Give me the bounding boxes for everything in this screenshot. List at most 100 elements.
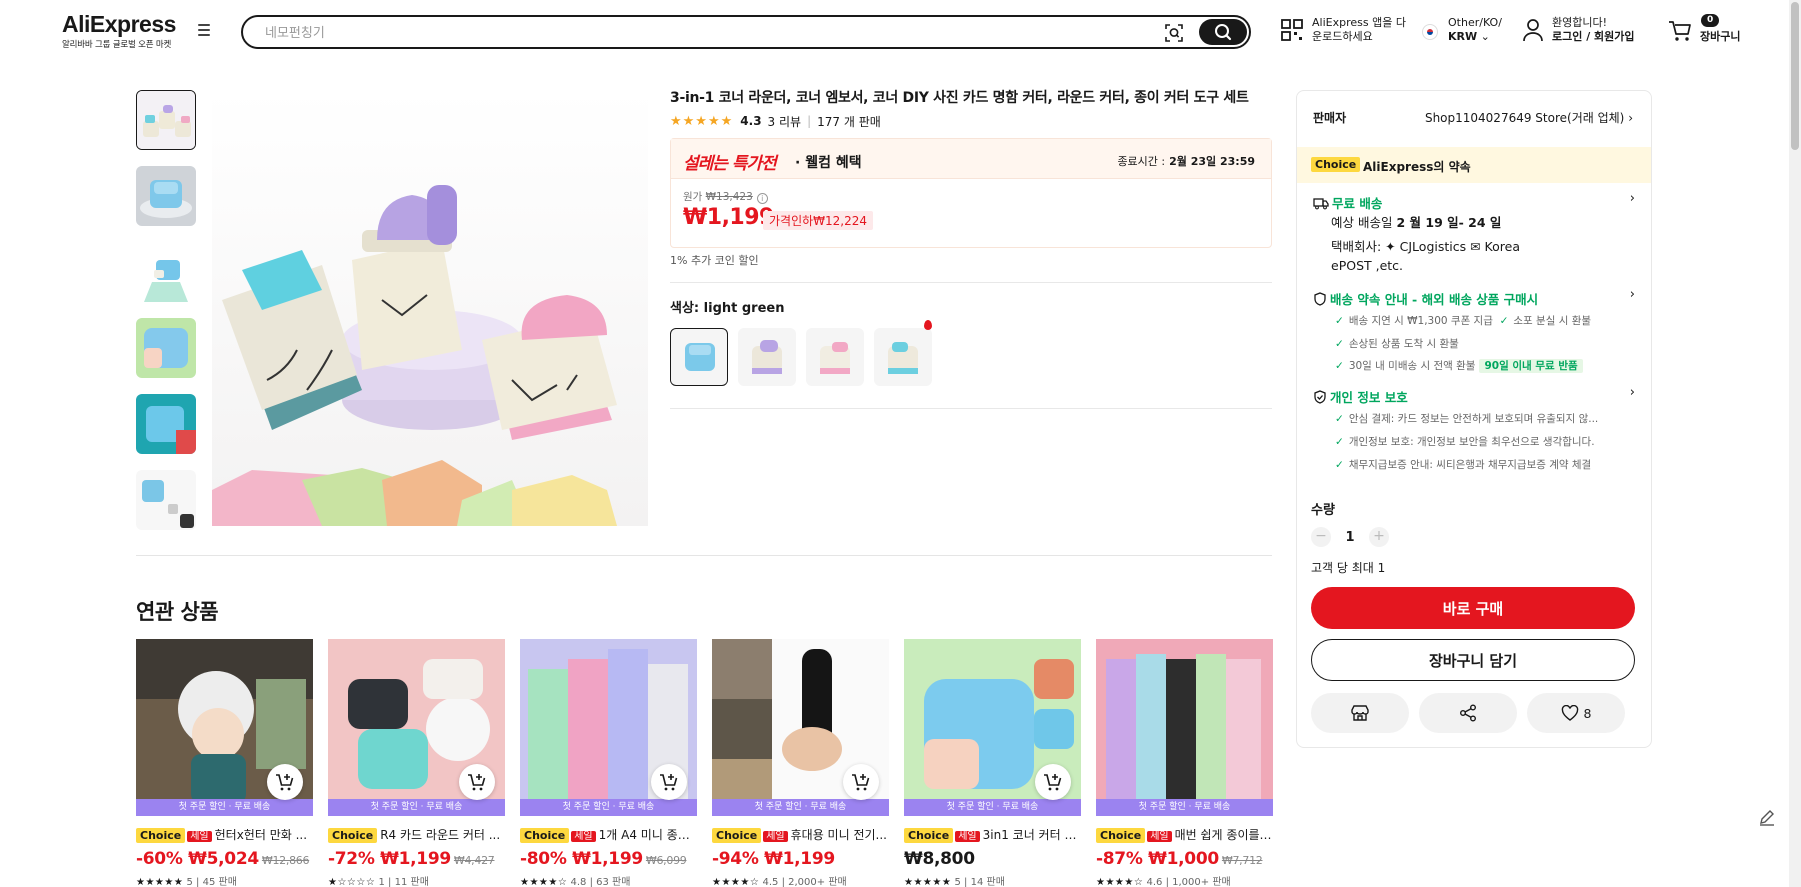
product-name-text: 휴대용 미니 전기... — [790, 828, 887, 842]
discount-text: -94% — [712, 849, 759, 869]
promo-strip: 첫 주문 할인 · 무료 배송 — [1096, 799, 1273, 816]
account-menu[interactable]: 환영합니다! 로그인 / 회원가입 — [1522, 16, 1635, 44]
original-price-value: ₩13,423 — [705, 191, 753, 203]
swatch-purple[interactable] — [738, 328, 796, 386]
original-price-text: ₩12,866 — [261, 854, 310, 867]
aliexpress-logo[interactable]: AliExpress 알리바바 그룹 글로벌 오픈 마켓 — [62, 12, 176, 50]
chevron-right-icon[interactable]: › — [1630, 287, 1635, 302]
privacy-title[interactable]: 개인 정보 보호 — [1313, 387, 1408, 406]
add-to-cart-icon[interactable] — [1035, 764, 1071, 800]
chevron-down-icon: ⌄ — [1477, 30, 1490, 43]
korea-flag-icon — [1422, 24, 1438, 40]
thumbnail-3[interactable] — [136, 242, 196, 302]
product-card-name[interactable]: Choice R4 카드 라운드 커터 ... — [328, 826, 505, 843]
add-to-cart-icon[interactable] — [651, 764, 687, 800]
product-card-image[interactable]: 첫 주문 할인 · 무료 배송 — [904, 639, 1081, 816]
decrease-quantity-button[interactable]: − — [1311, 527, 1331, 547]
menu-icon[interactable] — [198, 24, 214, 38]
product-card-price: -60% ₩5,024 ₩12,866 — [136, 849, 313, 869]
share-button[interactable] — [1419, 693, 1517, 733]
buy-now-button[interactable]: 바로 구매 — [1311, 587, 1635, 629]
product-card-name[interactable]: Choice세일매번 쉽게 종이를 자를... — [1096, 826, 1273, 843]
product-card-image[interactable]: 첫 주문 할인 · 무료 배송 — [1096, 639, 1273, 816]
price-text: ₩1,199 — [380, 849, 451, 869]
product-card-image[interactable]: 첫 주문 할인 · 무료 배송 — [520, 639, 697, 816]
hot-fire-icon — [924, 320, 932, 330]
carrier-line1: 택배회사: ✦ CJLogistics ✉ Korea — [1331, 239, 1520, 254]
swatch-light-green[interactable] — [670, 328, 728, 386]
max-per-customer: 고객 당 최대 1 — [1311, 561, 1386, 575]
choice-badge: Choice — [520, 828, 570, 843]
product-card-price: -72% ₩1,199 ₩4,427 — [328, 849, 505, 869]
delivery-eta: 예상 배송일 2 월 19 일- 24 일 — [1331, 213, 1501, 232]
product-card-image[interactable]: 첫 주문 할인 · 무료 배송 — [328, 639, 505, 816]
swatch-blue[interactable] — [874, 328, 932, 386]
deal-end-time: 종료시간 :2월 23일 23:59 — [1117, 153, 1255, 169]
thumbnail-6[interactable] — [136, 470, 196, 530]
privacy-item: ✓ 개인정보 보호: 개인정보 보안을 최우선으로 생각합니다. — [1335, 436, 1595, 448]
locale-selector[interactable]: Other/KO/ KRW ⌄ — [1422, 16, 1502, 44]
edit-icon[interactable] — [1756, 806, 1778, 828]
product-card[interactable]: 첫 주문 할인 · 무료 배송 Choice 세일 3in1 코너 커터 종... … — [904, 639, 1081, 887]
product-card[interactable]: 첫 주문 할인 · 무료 배송 Choice 세일 헌터x헌터 만화 ... -60… — [136, 639, 313, 887]
product-card-image[interactable]: 첫 주문 할인 · 무료 배송 — [712, 639, 889, 816]
app-download[interactable]: AliExpress 앱을 다 운로드하세요 — [1280, 16, 1406, 44]
image-search-icon[interactable] — [1163, 22, 1185, 44]
swatch-pink[interactable] — [806, 328, 864, 386]
delivery-guarantee-title[interactable]: 배송 약속 안내 - 해외 배송 상품 구매시 — [1313, 289, 1538, 308]
product-card[interactable]: 첫 주문 할인 · 무료 배송 Choice세일매번 쉽게 종이를 자를... … — [1096, 639, 1273, 887]
delivery-eta-label: 예상 배송일 — [1331, 215, 1393, 230]
main-product-image[interactable] — [212, 90, 648, 526]
color-label: 색상: light green — [670, 297, 1272, 316]
rating-sold: 4.8 | 63 판매 — [570, 877, 631, 887]
page-scrollbar[interactable] — [1789, 0, 1801, 887]
promo-strip: 첫 주문 할인 · 무료 배송 — [136, 799, 313, 816]
increase-quantity-button[interactable]: + — [1369, 527, 1389, 547]
rating-sold: 1 | 11 판매 — [378, 877, 429, 887]
product-card-name[interactable]: Choice 세일 3in1 코너 커터 종... — [904, 826, 1081, 843]
free-shipping-title[interactable]: 무료 배송 — [1313, 193, 1382, 212]
add-to-cart-icon[interactable] — [459, 764, 495, 800]
product-card-name[interactable]: Choice 세일 휴대용 미니 전기... — [712, 826, 889, 843]
wishlist-button[interactable]: 8 — [1527, 693, 1625, 733]
thumbnail-4[interactable] — [136, 318, 196, 378]
thumbnail-list — [136, 90, 196, 546]
privacy-text: 안심 결제: 카드 정보는 안전하게 보호되며 유출되지 않... — [1348, 413, 1599, 425]
shield-icon — [1314, 291, 1326, 306]
original-price-text: ₩7,712 — [1221, 854, 1263, 867]
chevron-right-icon[interactable]: › — [1630, 385, 1635, 400]
review-count-link[interactable]: 3 리뷰 — [768, 113, 802, 130]
add-to-cart-button[interactable]: 장바구니 담기 — [1311, 639, 1635, 681]
chevron-right-icon[interactable]: › — [1630, 191, 1635, 206]
add-to-cart-icon[interactable] — [843, 764, 879, 800]
quantity-label: 수량 — [1311, 503, 1335, 518]
seller-link[interactable]: Shop1104027649 Store(거래 업체) › — [1425, 109, 1633, 126]
store-button[interactable] — [1311, 693, 1409, 733]
thumbnail-1[interactable] — [136, 90, 196, 150]
thumbnail-2[interactable] — [136, 166, 196, 226]
product-thumbnail-image — [137, 91, 195, 149]
product-card-meta: ★★★★☆ 4.5 | 2,000+ 판매 — [712, 873, 889, 887]
product-card[interactable]: 첫 주문 할인 · 무료 배송 Choice R4 카드 라운드 커터 ... -… — [328, 639, 505, 887]
sale-badge: 세일 — [763, 831, 788, 842]
scrollbar-thumb[interactable] — [1791, 2, 1799, 150]
choice-badge: Choice — [1096, 828, 1146, 843]
add-to-cart-icon[interactable] — [267, 764, 303, 800]
quantity-value[interactable]: 1 — [1331, 530, 1369, 545]
discount-text: -80% — [520, 849, 567, 869]
product-card-name[interactable]: Choice 세일 1개 A4 미니 종이... — [520, 826, 697, 843]
search-button[interactable] — [1199, 19, 1247, 45]
info-icon[interactable]: i — [756, 193, 768, 204]
thumbnail-5[interactable] — [136, 394, 196, 454]
aliexpress-promise-banner: Choice AliExpress의 약속 — [1297, 147, 1651, 183]
search-input[interactable] — [265, 23, 1065, 43]
product-card[interactable]: 첫 주문 할인 · 무료 배송 Choice 세일 1개 A4 미니 종이... -… — [520, 639, 697, 887]
product-card[interactable]: 첫 주문 할인 · 무료 배송 Choice 세일 휴대용 미니 전기... -94… — [712, 639, 889, 887]
guarantee-text: 30일 내 미배송 시 전액 환불 — [1348, 360, 1476, 372]
deal-banner: 설레는 특가전 · 웰컴 혜택 종료시간 :2월 23일 23:59 — [671, 139, 1271, 179]
privacy-item: ✓ 채무지급보증 안내: 씨티은행과 채무지급보증 계약 체결 — [1335, 459, 1592, 471]
product-card-image[interactable]: 첫 주문 할인 · 무료 배송 — [136, 639, 313, 816]
login-signup-link[interactable]: 로그인 / 회원가입 — [1552, 30, 1635, 43]
guarantee-item: ✓ 손상된 상품 도착 시 환불 — [1335, 338, 1459, 350]
product-card-name[interactable]: Choice 세일 헌터x헌터 만화 ... — [136, 826, 313, 843]
